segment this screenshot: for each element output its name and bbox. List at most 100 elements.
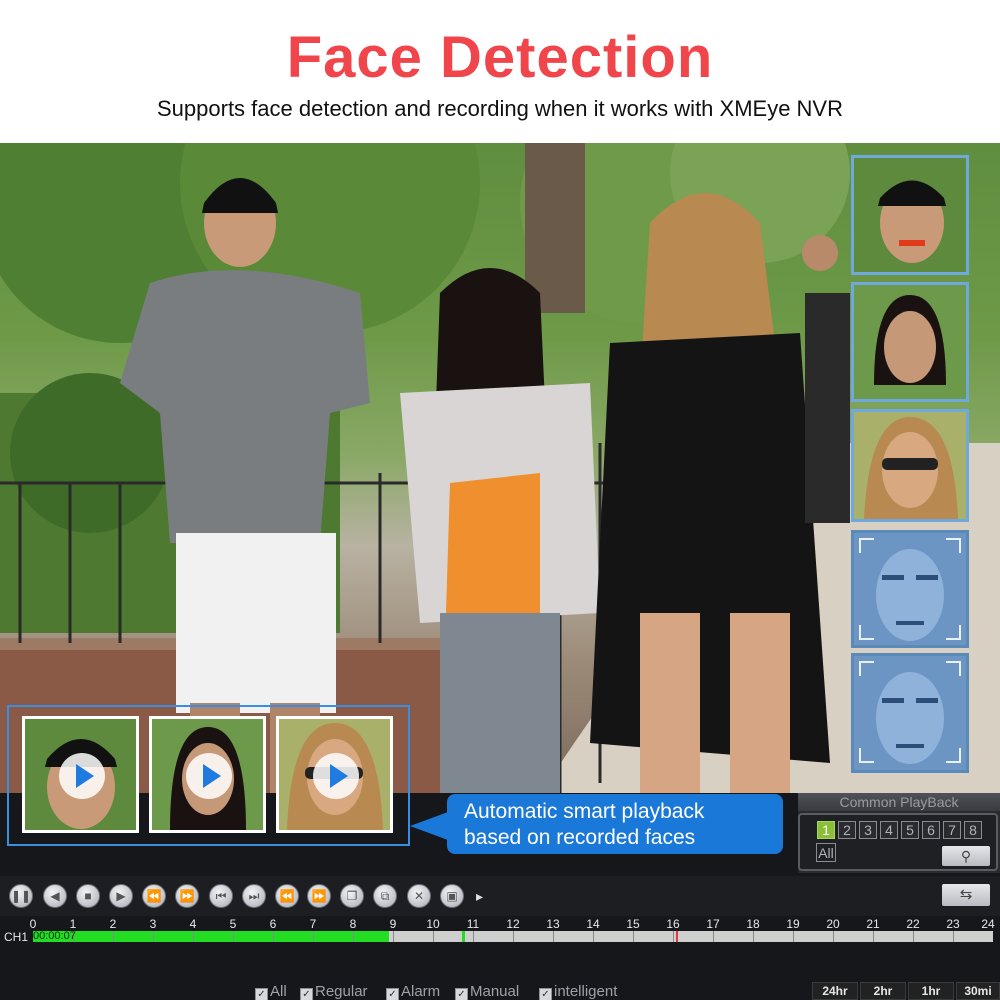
fast-reverse-icon: ⏪ (146, 889, 162, 903)
timeline-hour-label: 4 (189, 917, 197, 931)
checkbox-icon[interactable]: ✓ (539, 988, 552, 1000)
face-image (854, 158, 966, 272)
timeline-tick (193, 931, 194, 942)
timeline-tick (313, 931, 314, 942)
timeline-hour-label: 17 (706, 917, 720, 931)
zoom-2hr-button[interactable]: 2hr (860, 982, 906, 1000)
timeline-hour-label: 21 (866, 917, 880, 931)
play-button[interactable]: ▶ (109, 884, 133, 908)
smart-playback-callout: Automatic smart playback based on record… (447, 794, 783, 854)
channel-8-button[interactable]: 8 (964, 821, 982, 839)
timeline-hour-label: 13 (546, 917, 560, 931)
record-button[interactable]: ▣ (440, 884, 464, 908)
channel-6-button[interactable]: 6 (922, 821, 940, 839)
face-image (854, 412, 966, 519)
timeline-hour-label: 3 (149, 917, 157, 931)
recorded-segment (33, 931, 389, 942)
prev-frame-button[interactable]: ⏮ (209, 884, 233, 908)
play-button[interactable] (59, 753, 105, 799)
next-file-button[interactable]: ⏩ (307, 884, 331, 908)
face-thumbnail-1[interactable] (851, 155, 969, 275)
fast-reverse-button[interactable]: ⏪ (142, 884, 166, 908)
timeline-hour-label: 18 (746, 917, 760, 931)
close-icon: ✕ (413, 889, 425, 903)
prev-file-icon: ⏪ (279, 889, 295, 903)
timeline-hour-label: 14 (586, 917, 600, 931)
checkbox-icon[interactable]: ✓ (255, 988, 268, 1000)
timeline-hour-label: 12 (506, 917, 520, 931)
slow-reverse-button[interactable]: ◀ (43, 884, 67, 908)
channel-5-button[interactable]: 5 (901, 821, 919, 839)
zoom-1hr-button[interactable]: 1hr (908, 982, 954, 1000)
play-button[interactable] (313, 753, 359, 799)
timeline-hour-label: 23 (946, 917, 960, 931)
timeline-hour-label: 2 (109, 917, 117, 931)
play-icon: ▶ (116, 889, 126, 903)
clip-button[interactable]: ❐ (340, 884, 364, 908)
face-playback-card-3[interactable] (276, 716, 393, 833)
sync-icon: ⇆ (959, 886, 973, 903)
timeline-hour-label: 15 (626, 917, 640, 931)
channel-1-button[interactable]: 1 (817, 821, 835, 839)
backup-button[interactable]: ⧉ (373, 884, 397, 908)
filter-intelligent[interactable]: ✓ intelligent (539, 983, 617, 1000)
filter-label: intelligent (554, 983, 618, 1000)
face-thumbnail-2[interactable] (851, 282, 969, 402)
slow-reverse-icon: ◀ (50, 889, 60, 903)
face-image (854, 285, 966, 399)
search-icon: ⚲ (960, 848, 972, 864)
timeline-tick (673, 931, 674, 942)
face-thumbnail-3[interactable] (851, 409, 969, 522)
next-frame-button[interactable]: ⏭ (242, 884, 266, 908)
filter-label: Manual (470, 983, 520, 1000)
channel-4-button[interactable]: 4 (880, 821, 898, 839)
fast-forward-button[interactable]: ⏩ (175, 884, 199, 908)
play-icon (203, 764, 221, 788)
checkbox-icon[interactable]: ✓ (300, 988, 313, 1000)
timeline-tick (113, 931, 114, 942)
timeline-hour-label: 6 (269, 917, 277, 931)
play-icon (330, 764, 348, 788)
checkbox-icon[interactable]: ✓ (455, 988, 468, 1000)
close-button[interactable]: ✕ (407, 884, 431, 908)
timeline-hour-label: 20 (826, 917, 840, 931)
timeline-hour-label: 8 (349, 917, 357, 931)
filter-regular[interactable]: ✓ Regular (300, 983, 368, 1000)
search-button[interactable]: ⚲ (942, 846, 990, 866)
timeline-tick (353, 931, 354, 942)
channel-2-button[interactable]: 2 (838, 821, 856, 839)
filter-alarm[interactable]: ✓ Alarm (386, 983, 440, 1000)
face-playback-card-2[interactable] (149, 716, 266, 833)
record-icon: ▣ (446, 889, 458, 903)
alarm-marker (676, 931, 678, 942)
checkbox-icon[interactable]: ✓ (386, 988, 399, 1000)
all-channels-button[interactable]: All (816, 843, 836, 862)
timeline-tick (513, 931, 514, 942)
fast-forward-icon: ⏩ (179, 889, 195, 903)
face-playback-card-1[interactable] (22, 716, 139, 833)
channel-3-button[interactable]: 3 (859, 821, 877, 839)
more-controls-arrow[interactable]: ▸ (476, 888, 483, 905)
pause-button[interactable]: ❚❚ (9, 884, 33, 908)
stop-button[interactable]: ■ (76, 884, 100, 908)
timeline-hour-label: 22 (906, 917, 920, 931)
current-time: 00:00:07 (33, 930, 76, 942)
timeline-tick (553, 931, 554, 942)
zoom-30mi-button[interactable]: 30mi (956, 982, 1000, 1000)
prev-file-button[interactable]: ⏪ (275, 884, 299, 908)
sync-button[interactable]: ⇆ (942, 884, 990, 906)
filter-manual[interactable]: ✓ Manual (455, 983, 519, 1000)
zoom-24hr-button[interactable]: 24hr (812, 982, 858, 1000)
backup-icon: ⧉ (380, 889, 390, 903)
timeline-tick (753, 931, 754, 942)
timeline-tick (713, 931, 714, 942)
timeline-tick (793, 931, 794, 942)
face-scan-thumbnail-2 (851, 653, 969, 773)
timeline-tick (633, 931, 634, 942)
stop-icon: ■ (84, 889, 92, 903)
callout-line-1: Automatic smart playback (464, 800, 705, 823)
page-title: Face Detection (286, 25, 714, 90)
filter-all[interactable]: ✓ All (255, 983, 287, 1000)
play-button[interactable] (186, 753, 232, 799)
channel-7-button[interactable]: 7 (943, 821, 961, 839)
